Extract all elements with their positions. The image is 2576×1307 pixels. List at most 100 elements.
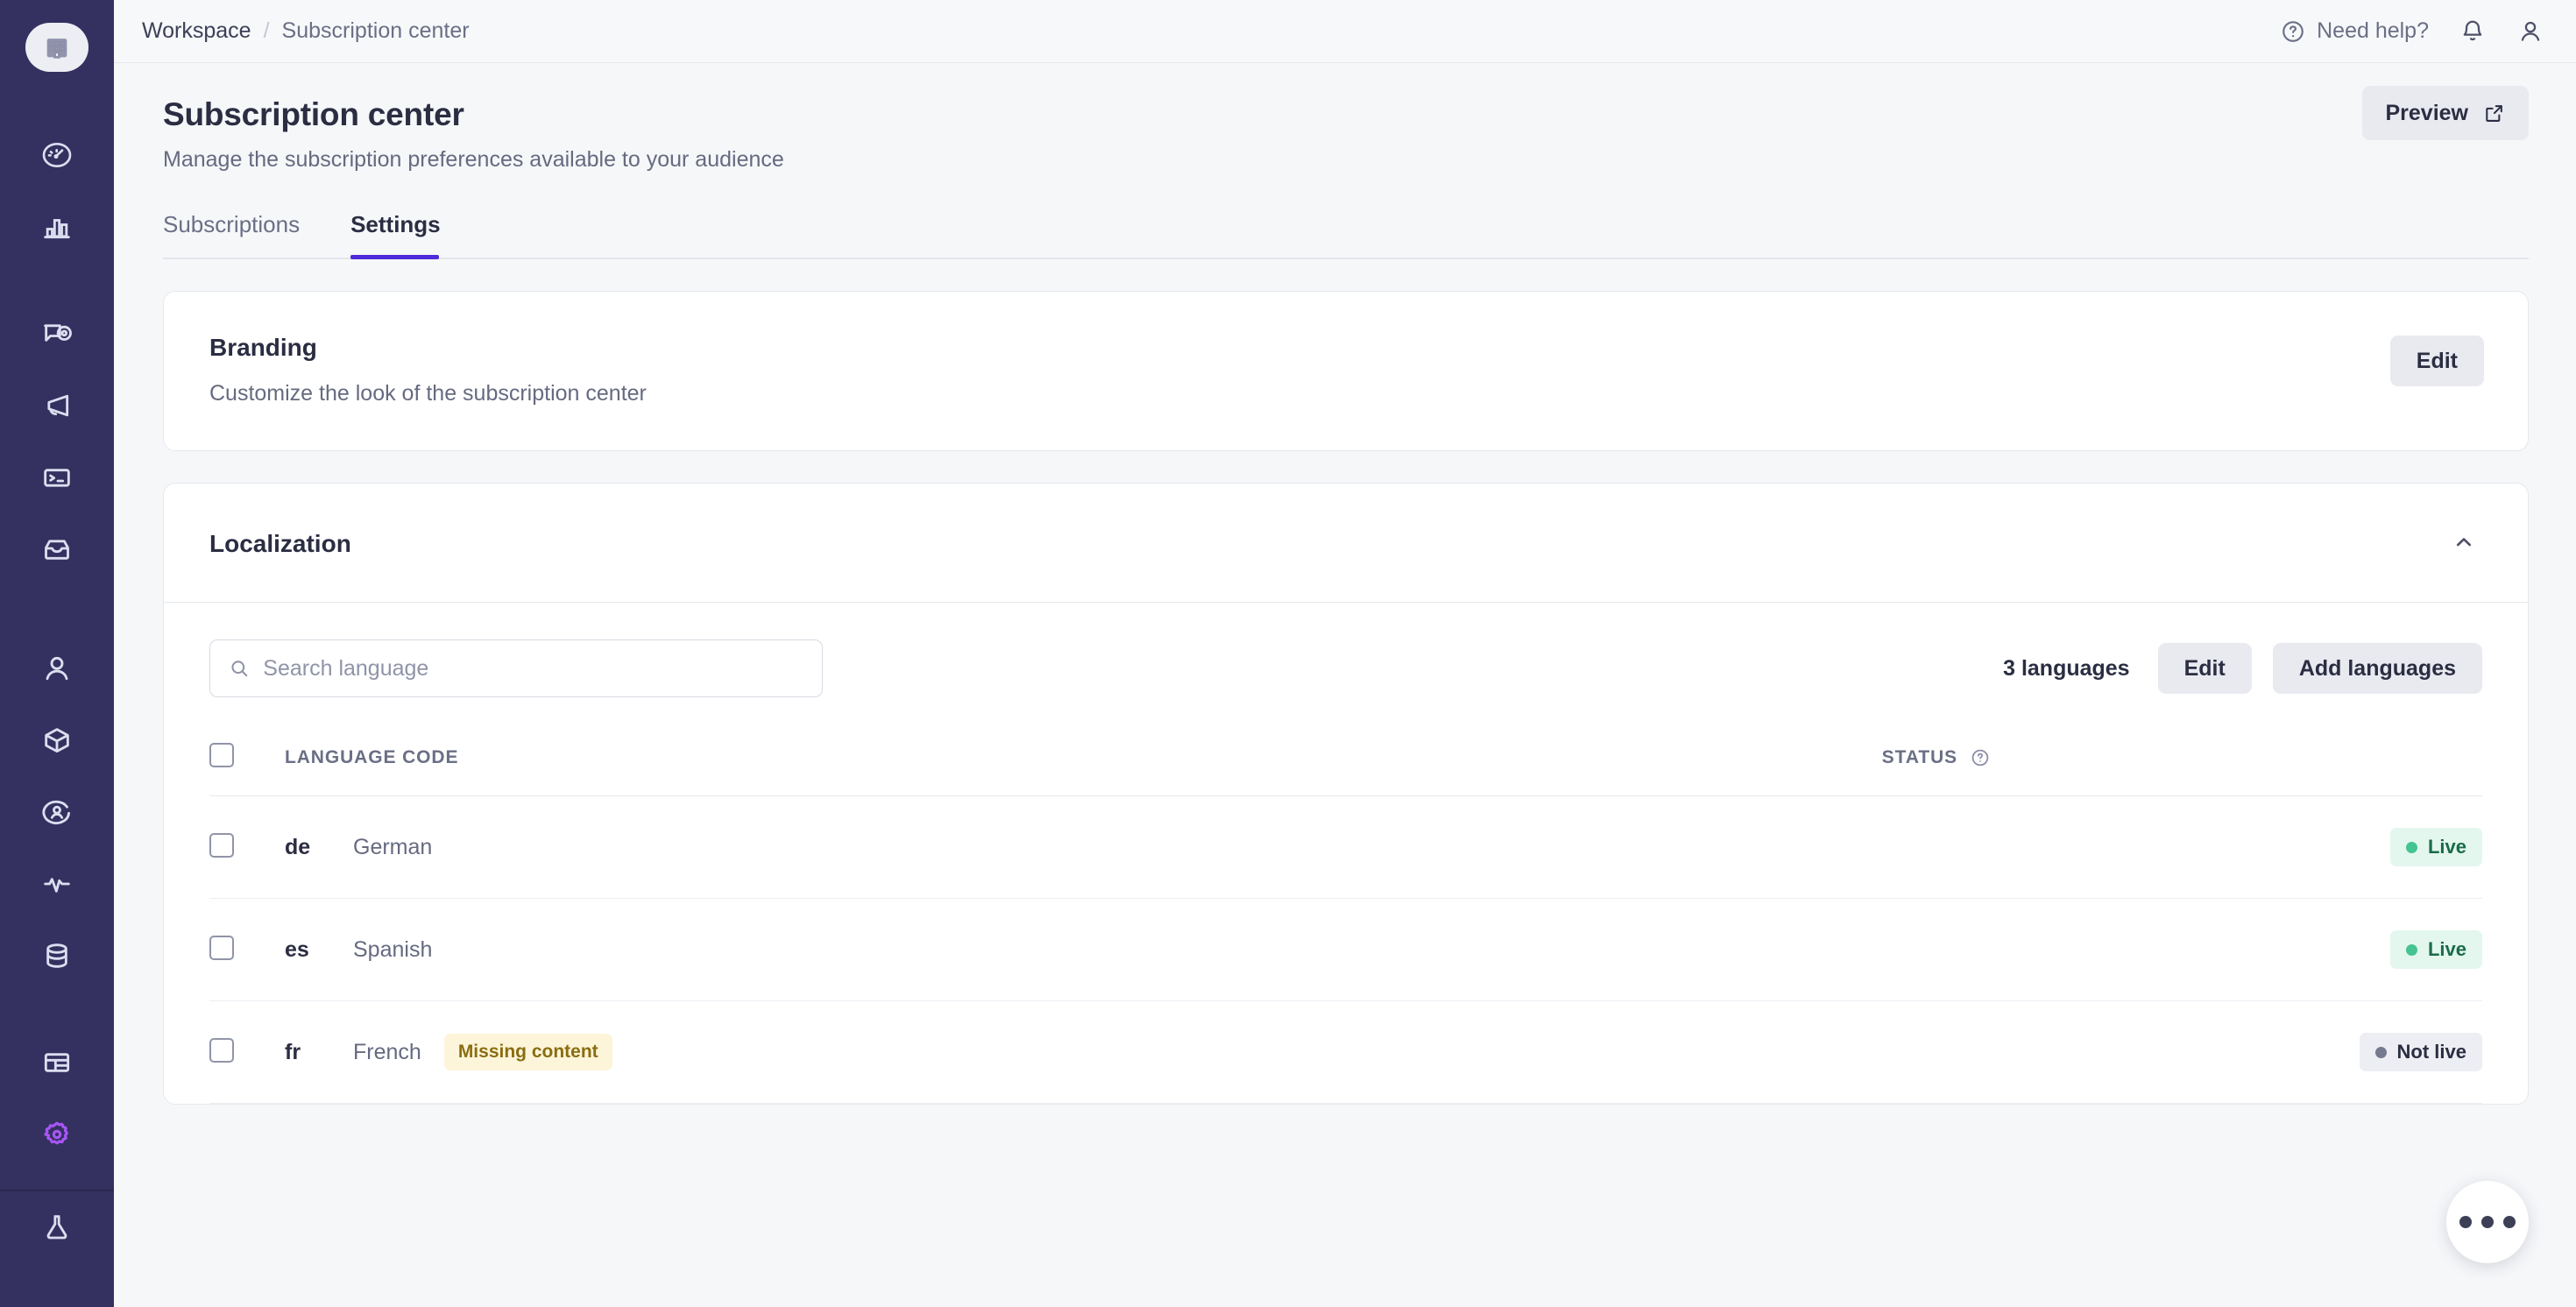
bell-icon[interactable] — [2459, 18, 2487, 46]
bar-chart-icon — [44, 219, 70, 239]
table-row[interactable]: de German Live — [209, 795, 2482, 899]
row-language-name: French — [353, 1039, 421, 1064]
row-checkbox[interactable] — [209, 1037, 234, 1063]
table-icon — [44, 1053, 70, 1072]
pulse-icon — [44, 878, 70, 893]
more-horizontal-icon — [2503, 1216, 2516, 1228]
table-row[interactable]: fr French Missing content Not live — [209, 1000, 2482, 1104]
languages-table-body: de German Live es Spanish Live fr French… — [209, 795, 2482, 1104]
flask-icon — [46, 1215, 67, 1240]
search-icon — [231, 661, 248, 677]
languages-table: LANGUAGE CODE STATUS de German Live es S… — [209, 743, 2482, 1104]
sidebar-item-dashboard[interactable] — [0, 119, 114, 191]
language-search[interactable] — [209, 639, 823, 697]
row-language-code: de — [285, 834, 311, 859]
breadcrumb-separator: / — [263, 18, 270, 43]
status-label: Live — [2427, 836, 2466, 858]
breadcrumb-workspace[interactable]: Workspace — [142, 18, 251, 44]
top-bar-actions: Need help? — [2280, 18, 2544, 46]
preview-button[interactable]: Preview — [2362, 86, 2529, 140]
status-help-icon[interactable] — [1970, 747, 1991, 768]
more-actions-fab[interactable] — [2446, 1181, 2529, 1263]
chevron-up-icon — [2456, 538, 2472, 547]
user-circle-icon — [42, 800, 70, 824]
chat-eye-icon — [44, 324, 72, 342]
localization-title: Localization — [209, 529, 351, 557]
status-dot-icon — [2405, 841, 2417, 853]
sidebar-item-activity[interactable] — [0, 848, 114, 920]
workspace-logo[interactable] — [25, 23, 88, 72]
localization-collapse-button[interactable] — [2444, 522, 2484, 565]
megaphone-icon — [47, 394, 69, 417]
row-checkbox[interactable] — [209, 832, 234, 858]
need-help-button[interactable]: Need help? — [2280, 18, 2429, 45]
sidebar-item-message-preview[interactable] — [0, 298, 114, 370]
sidebar-item-content[interactable] — [0, 1027, 114, 1099]
status-badge: Not live — [2359, 1033, 2482, 1071]
localization-toolbar: 3 languages Edit Add languages — [209, 639, 2482, 697]
tab-settings[interactable]: Settings — [350, 211, 465, 259]
gauge-icon — [42, 143, 72, 167]
page-content: Subscription center Manage the subscript… — [114, 63, 2576, 1105]
add-languages-button[interactable]: Add languages — [2272, 643, 2482, 694]
building-icon — [46, 39, 67, 59]
column-status-label: STATUS — [1881, 747, 1958, 767]
row-language-code: fr — [285, 1039, 301, 1064]
branding-edit-button[interactable]: Edit — [2389, 336, 2484, 386]
app-root: Workspace / Subscription center Need hel… — [0, 0, 2576, 1307]
status-badge: Live — [2389, 828, 2482, 866]
row-language-code: es — [285, 936, 309, 962]
sidebar-item-analytics[interactable] — [0, 191, 114, 263]
search-input[interactable] — [263, 655, 804, 682]
terminal-icon — [44, 469, 70, 487]
branding-description: Customize the look of the subscription c… — [209, 381, 647, 406]
localization-body: 3 languages Edit Add languages LANGUAGE — [164, 603, 2528, 1104]
row-language-name: German — [353, 834, 433, 859]
main-area: Workspace / Subscription center Need hel… — [114, 0, 2576, 1307]
tab-subscriptions[interactable]: Subscriptions — [163, 211, 324, 258]
sidebar-item-audience[interactable] — [0, 776, 114, 848]
column-status: STATUS — [1881, 743, 2482, 796]
localization-card: Localization Search language 3 languages… — [163, 483, 2529, 1105]
branding-title: Branding — [209, 334, 317, 361]
question-circle-icon — [2282, 20, 2304, 42]
languages-table-head: LANGUAGE CODE STATUS — [209, 743, 2482, 796]
sidebar-item-inbox[interactable] — [0, 513, 114, 585]
top-bar: Workspace / Subscription center Need hel… — [114, 0, 2576, 63]
localization-edit-button[interactable]: Edit — [2157, 643, 2252, 694]
account-person-icon[interactable] — [2516, 18, 2544, 46]
breadcrumb: Workspace / Subscription center — [142, 18, 470, 44]
sidebar-item-data[interactable] — [0, 920, 114, 992]
page-subtitle: Manage the subscription preferences avai… — [163, 147, 784, 172]
status-label: Not live — [2396, 1041, 2466, 1063]
inbox-icon — [45, 540, 69, 560]
sidebar-item-objects[interactable] — [0, 704, 114, 776]
sidebar-item-developer-console[interactable] — [0, 442, 114, 513]
tab-bar: Subscriptions Settings — [163, 211, 2529, 259]
sidebar-item-labs[interactable] — [0, 1191, 114, 1263]
more-horizontal-icon — [2459, 1216, 2472, 1228]
status-label: Live — [2427, 938, 2466, 960]
row-language-name: Spanish — [353, 936, 433, 962]
sidebar-item-settings[interactable] — [0, 1099, 114, 1170]
primary-sidebar — [0, 0, 114, 1307]
row-checkbox[interactable] — [209, 935, 234, 960]
sidebar-item-campaigns[interactable] — [0, 370, 114, 442]
more-horizontal-icon — [2481, 1216, 2494, 1228]
gear-icon — [44, 1121, 68, 1145]
table-row[interactable]: es Spanish Live — [209, 898, 2482, 1001]
select-all-cell — [209, 743, 285, 796]
sidebar-item-users[interactable] — [0, 632, 114, 704]
preview-button-label: Preview — [2385, 100, 2468, 125]
external-link-icon — [2486, 104, 2502, 122]
cube-icon — [45, 728, 69, 753]
select-all-checkbox[interactable] — [209, 743, 234, 767]
column-language-code: LANGUAGE CODE — [285, 743, 1882, 796]
status-badge: Live — [2389, 930, 2482, 969]
localization-actions: 3 languages Edit Add languages — [2003, 643, 2482, 694]
status-dot-icon — [2374, 1046, 2387, 1058]
branding-card: Branding Customize the look of the subsc… — [163, 291, 2529, 451]
need-help-label: Need help? — [2317, 18, 2429, 43]
database-icon — [46, 943, 67, 968]
missing-content-badge: Missing content — [443, 1034, 612, 1070]
